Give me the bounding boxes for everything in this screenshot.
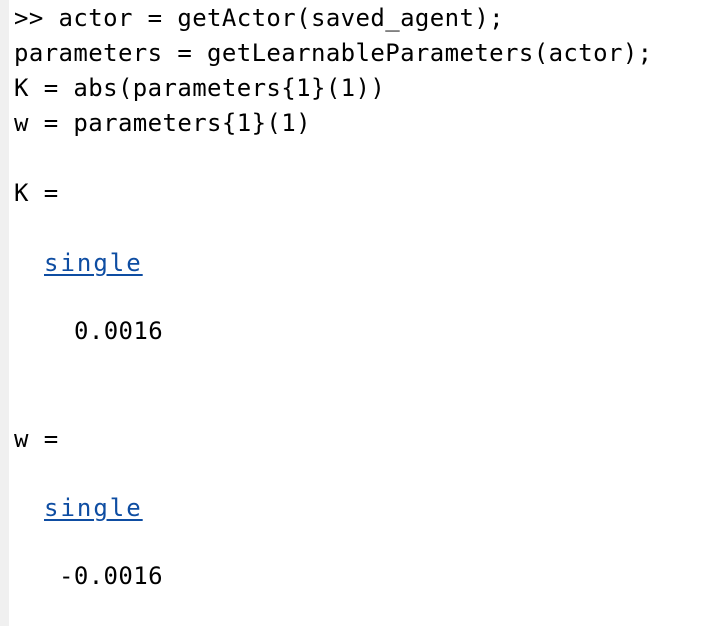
- command-line-1: >> actor = getActor(saved_agent);: [14, 4, 505, 32]
- left-gutter: [0, 0, 9, 626]
- command-line-2: parameters = getLearnableParameters(acto…: [14, 39, 653, 67]
- command-line-4: w = parameters{1}(1): [14, 109, 311, 137]
- output-header-w: w =: [14, 425, 59, 453]
- output-header-k: K =: [14, 179, 59, 207]
- command-line-3: K = abs(parameters{1}(1)): [14, 74, 386, 102]
- single-type-link-w[interactable]: single: [44, 494, 143, 522]
- single-type-link-k[interactable]: single: [44, 249, 143, 277]
- command-window[interactable]: >> actor = getActor(saved_agent); parame…: [0, 0, 716, 626]
- output-value-k: 0.0016: [74, 317, 164, 345]
- output-value-w: -0.0016: [59, 562, 163, 590]
